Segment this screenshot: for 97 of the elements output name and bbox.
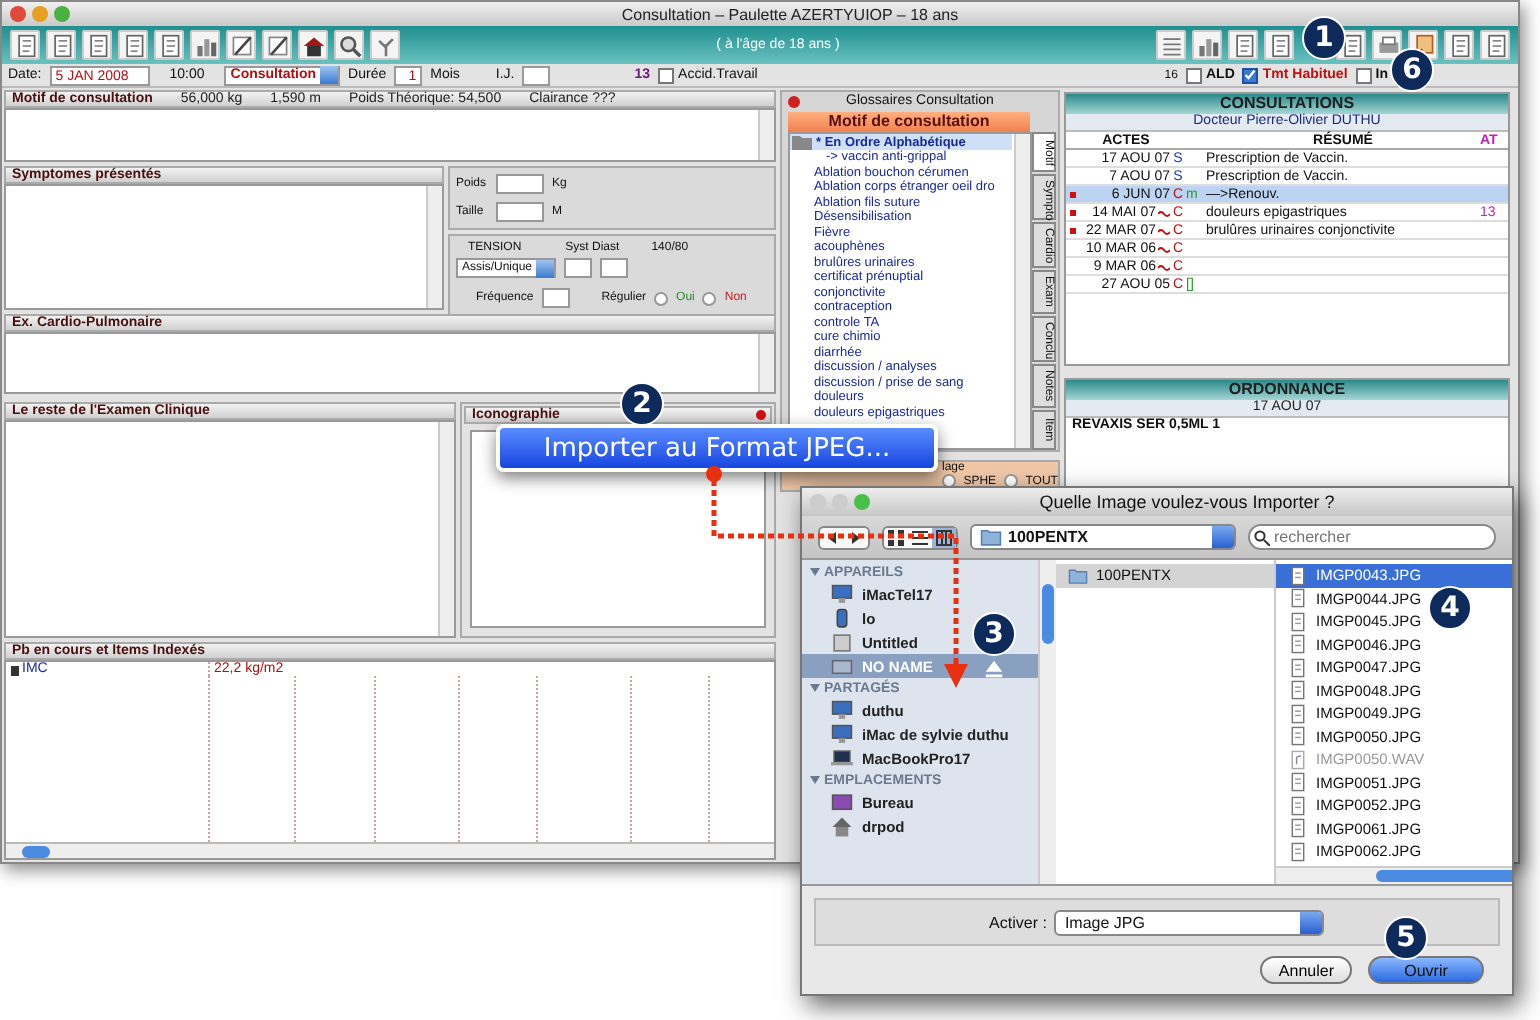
text-area[interactable]: [4, 332, 776, 394]
open-button[interactable]: Ouvrir: [1368, 956, 1484, 984]
magnifier-icon: [337, 33, 361, 57]
status-dot: [756, 410, 766, 420]
category-bar: Motif de consultation: [788, 112, 1030, 132]
monitor-icon: [830, 723, 854, 745]
monitor-icon: [830, 583, 854, 605]
folder-icon: [980, 526, 1002, 548]
scrollbar[interactable]: [1038, 560, 1056, 884]
document-icon: [1288, 818, 1308, 839]
document-icon: [1339, 33, 1363, 57]
document-icon: [13, 33, 37, 57]
disclosure-icon[interactable]: [810, 568, 820, 576]
text-area[interactable]: [4, 108, 776, 162]
cancel-button[interactable]: Annuler: [1260, 956, 1352, 984]
field-label: Activer :: [989, 913, 1047, 931]
document-icon: [85, 33, 109, 57]
document-icon: [1288, 726, 1308, 747]
document-icon: [1288, 841, 1308, 862]
monitor-icon: [830, 699, 854, 721]
document-icon: [121, 33, 145, 57]
window-title: Consultation – Paulette AZERTYUIOP – 18 ans: [619, 5, 961, 23]
document-icon: [1288, 611, 1308, 632]
scrollbar[interactable]: [6, 842, 774, 858]
search-icon: [1254, 529, 1270, 545]
laptop-icon: [830, 747, 854, 769]
grid-icon: [888, 529, 904, 545]
audio-file-icon: [1288, 749, 1308, 770]
document-icon: [1288, 634, 1308, 655]
weight-field[interactable]: [496, 174, 544, 194]
format-dropdown[interactable]: Image JPG: [1054, 909, 1325, 935]
printer-icon: [1375, 33, 1399, 57]
scrollbar[interactable]: [1014, 134, 1030, 448]
back-icon: [826, 531, 838, 543]
document-icon: [1288, 795, 1308, 816]
checkbox[interactable]: [1355, 67, 1372, 83]
location-dropdown[interactable]: 100PENTX: [970, 524, 1236, 550]
checkbox[interactable]: [658, 67, 675, 83]
search-field[interactable]: rechercher: [1248, 524, 1496, 550]
pen-icon: [229, 33, 253, 57]
house-icon: [301, 33, 325, 57]
height-field[interactable]: [496, 202, 544, 222]
radio-button[interactable]: [702, 291, 717, 305]
chart-icon: [1195, 33, 1219, 57]
toolbar-button[interactable]: [226, 30, 256, 60]
eject-icon[interactable]: [982, 658, 1006, 680]
status-dot: [788, 96, 800, 108]
document-icon: [1288, 588, 1308, 609]
disclosure-icon[interactable]: [810, 776, 820, 784]
input-field[interactable]: [541, 288, 570, 308]
menu-item[interactable]: Importer au Format JPEG...: [496, 424, 938, 472]
radio-button[interactable]: [654, 291, 669, 305]
scrollbar[interactable]: [1276, 866, 1512, 884]
dialog-title: Quelle Image voulez-vous Importer ?: [1037, 492, 1337, 512]
checkbox[interactable]: [1242, 67, 1259, 83]
document-icon: [49, 33, 73, 57]
trash-icon[interactable]: [10, 663, 20, 675]
input-field[interactable]: [600, 258, 629, 278]
document-icon: [1483, 33, 1507, 57]
disclosure-icon[interactable]: [810, 684, 820, 692]
cross-icon: [1411, 33, 1435, 57]
columns-icon: [936, 529, 952, 545]
drive-icon: [830, 655, 854, 677]
list-icon: [912, 529, 928, 545]
zoom-button[interactable]: [54, 6, 70, 22]
pen-icon: [265, 33, 289, 57]
list-view-button[interactable]: [908, 527, 932, 547]
desktop-icon: [830, 791, 854, 813]
chart-icon: [193, 33, 217, 57]
document-icon: [1288, 772, 1308, 793]
forward-icon: [850, 531, 862, 543]
text-area[interactable]: [4, 184, 444, 310]
close-button[interactable]: [10, 6, 26, 22]
house-icon: [830, 815, 854, 837]
toolbar-button[interactable]: [262, 30, 292, 60]
panel-title: ORDONNANCE: [1066, 380, 1508, 400]
list-icon: [1159, 33, 1183, 57]
document-icon: [1288, 703, 1308, 724]
folder-icon: [1068, 565, 1088, 586]
checkbox[interactable]: [1185, 67, 1202, 83]
toolbar-button[interactable]: [298, 30, 328, 60]
toolbar-button[interactable]: [1372, 30, 1402, 60]
tree-icon: [373, 33, 397, 57]
document-icon: [1288, 680, 1308, 701]
icon-view-button[interactable]: [884, 527, 908, 547]
input-field[interactable]: [564, 258, 593, 278]
panel-title: CONSULTATIONS: [1066, 94, 1508, 114]
text-area[interactable]: [4, 420, 456, 638]
drive-icon: [830, 631, 854, 653]
document-icon: [1231, 33, 1255, 57]
document-icon: [1288, 657, 1308, 678]
document-icon: [157, 33, 181, 57]
toolbar-button[interactable]: [334, 30, 364, 60]
document-icon: [1267, 33, 1291, 57]
document-icon: [1288, 565, 1308, 586]
input-field[interactable]: [522, 65, 551, 85]
document-icon: [1447, 33, 1471, 57]
